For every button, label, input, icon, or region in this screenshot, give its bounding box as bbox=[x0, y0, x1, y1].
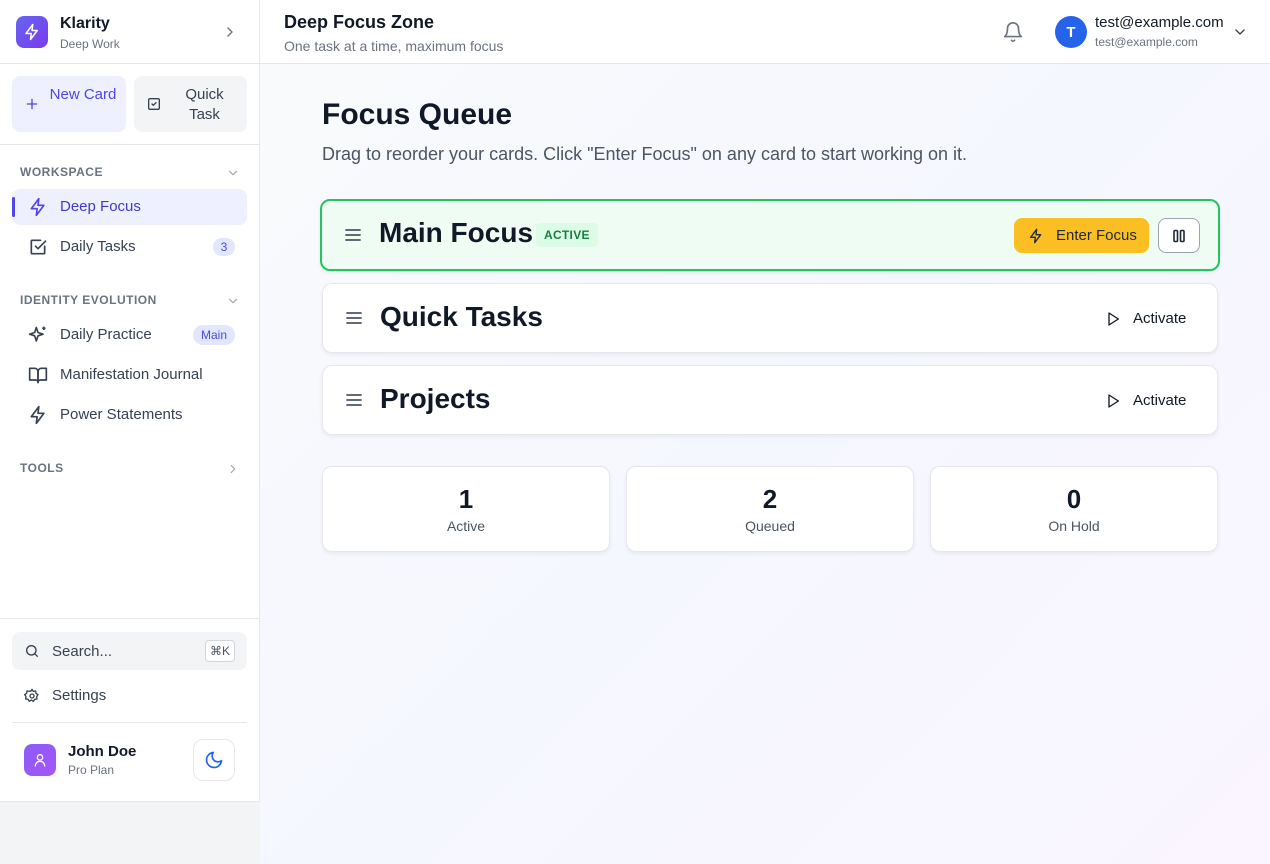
account-email: test@example.com bbox=[1095, 35, 1198, 49]
sidebar-item-label: Manifestation Journal bbox=[60, 366, 203, 383]
chevron-right-icon[interactable] bbox=[222, 24, 238, 40]
sidebar-item-power-statements[interactable]: Power Statements bbox=[12, 397, 247, 433]
chevron-right-icon bbox=[230, 464, 236, 474]
tools-section-header[interactable]: TOOLS bbox=[20, 461, 240, 477]
user-icon bbox=[34, 754, 46, 767]
avatar[interactable] bbox=[24, 744, 56, 776]
card-title: Main Focus bbox=[379, 217, 534, 248]
checkbox-icon bbox=[148, 98, 160, 110]
page-subtitle: One task at a time, maximum focus bbox=[284, 38, 504, 54]
lightning-icon bbox=[30, 197, 45, 217]
activate-button[interactable]: Activate bbox=[1093, 384, 1197, 418]
main-content: Focus Queue Drag to reorder your cards. … bbox=[260, 64, 1270, 864]
chevron-down-icon bbox=[228, 170, 238, 176]
activate-label: Activate bbox=[1133, 392, 1187, 409]
count-badge: 3 bbox=[213, 238, 235, 256]
pause-icon bbox=[1173, 229, 1185, 242]
sparkles-icon bbox=[28, 326, 46, 342]
activate-button[interactable]: Activate bbox=[1093, 302, 1197, 336]
brand-header[interactable]: Klarity Deep Work bbox=[0, 0, 259, 64]
stat-label: Queued bbox=[745, 518, 795, 534]
enter-focus-label: Enter Focus bbox=[1056, 227, 1137, 244]
status-badge: ACTIVE bbox=[536, 223, 598, 247]
main-badge: Main bbox=[192, 325, 235, 345]
stat-queued: 2 Queued bbox=[626, 466, 914, 552]
sidebar-item-label: Daily Practice bbox=[60, 326, 152, 343]
activate-label: Activate bbox=[1133, 310, 1187, 327]
page-title: Deep Focus Zone bbox=[284, 12, 435, 32]
play-icon bbox=[1108, 394, 1119, 408]
stat-value: 1 bbox=[458, 484, 474, 514]
quick-task-button[interactable]: Quick Task bbox=[134, 76, 247, 132]
chevron-down-icon[interactable] bbox=[1232, 24, 1248, 40]
bell-icon[interactable] bbox=[1002, 21, 1024, 43]
lightning-icon bbox=[30, 405, 45, 425]
enter-focus-button[interactable]: Enter Focus bbox=[1014, 218, 1149, 253]
search-placeholder: Search... bbox=[52, 643, 113, 660]
stat-active: 1 Active bbox=[322, 466, 610, 552]
workspace-heading: WORKSPACE bbox=[20, 165, 103, 179]
drag-handle-icon[interactable] bbox=[344, 227, 362, 243]
search-input[interactable]: Search... ⌘K bbox=[12, 632, 247, 670]
moon-icon bbox=[205, 751, 223, 769]
stat-value: 0 bbox=[1066, 484, 1082, 514]
lightning-logo-icon bbox=[16, 16, 48, 48]
identity-section-header[interactable]: IDENTITY EVOLUTION bbox=[20, 293, 240, 309]
play-icon bbox=[1108, 312, 1119, 326]
sidebar-item-deep-focus[interactable]: Deep Focus bbox=[12, 189, 247, 225]
sidebar-item-label: Power Statements bbox=[60, 406, 183, 423]
workspace-section-header[interactable]: WORKSPACE bbox=[20, 165, 240, 181]
focus-queue-title: Focus Queue bbox=[322, 98, 513, 131]
account-name[interactable]: test@example.com bbox=[1095, 14, 1224, 31]
sidebar-item-label: Daily Tasks bbox=[60, 238, 136, 255]
card-title: Projects bbox=[380, 383, 491, 414]
focus-card-main[interactable]: Main Focus ACTIVE Enter Focus bbox=[320, 199, 1220, 271]
stat-label: Active bbox=[446, 518, 486, 534]
top-header: Deep Focus Zone One task at a time, maxi… bbox=[260, 0, 1270, 64]
sidebar-item-daily-practice[interactable]: Daily Practice Main bbox=[12, 317, 247, 353]
user-name: John Doe bbox=[68, 743, 137, 760]
stat-on-hold: 0 On Hold bbox=[930, 466, 1218, 552]
settings-link[interactable]: Settings bbox=[12, 679, 247, 713]
account-avatar[interactable]: T bbox=[1055, 16, 1087, 48]
stat-label: On Hold bbox=[1048, 518, 1100, 534]
sidebar-spacer bbox=[0, 801, 260, 864]
plus-icon bbox=[26, 98, 38, 110]
new-card-button[interactable]: New Card bbox=[12, 76, 126, 132]
book-open-icon bbox=[28, 367, 48, 384]
focus-card-projects[interactable]: Projects Activate bbox=[322, 365, 1218, 435]
sidebar: Klarity Deep Work New Card Quick Task WO… bbox=[0, 0, 260, 801]
gear-icon bbox=[24, 688, 39, 702]
sidebar-item-label: Deep Focus bbox=[60, 198, 141, 215]
drag-handle-icon[interactable] bbox=[345, 392, 363, 408]
quick-actions: New Card Quick Task bbox=[0, 64, 259, 145]
search-shortcut: ⌘K bbox=[204, 640, 235, 662]
card-title: Quick Tasks bbox=[380, 301, 543, 332]
checkbox-icon bbox=[30, 239, 47, 255]
pause-button[interactable] bbox=[1158, 218, 1200, 253]
quick-task-label: Quick Task bbox=[185, 86, 224, 123]
brand-name: Klarity bbox=[60, 15, 110, 32]
new-card-label: New Card bbox=[49, 86, 117, 103]
focus-card-quick-tasks[interactable]: Quick Tasks Activate bbox=[322, 283, 1218, 353]
sidebar-item-manifestation-journal[interactable]: Manifestation Journal bbox=[12, 357, 247, 393]
search-icon bbox=[26, 645, 38, 657]
lightning-icon bbox=[1030, 228, 1042, 244]
identity-heading: IDENTITY EVOLUTION bbox=[20, 293, 157, 307]
theme-toggle-button[interactable] bbox=[193, 739, 235, 781]
chevron-down-icon bbox=[228, 298, 238, 304]
sidebar-footer: Search... ⌘K Settings John Doe Pro Plan bbox=[0, 618, 259, 801]
stat-value: 2 bbox=[762, 484, 778, 514]
user-plan: Pro Plan bbox=[68, 763, 115, 777]
drag-handle-icon[interactable] bbox=[345, 310, 363, 326]
brand-subtitle: Deep Work bbox=[60, 37, 120, 51]
settings-label: Settings bbox=[52, 687, 107, 704]
sidebar-item-daily-tasks[interactable]: Daily Tasks 3 bbox=[12, 229, 247, 265]
tools-heading: TOOLS bbox=[20, 461, 64, 475]
focus-queue-description: Drag to reorder your cards. Click "Enter… bbox=[322, 144, 968, 164]
divider bbox=[12, 722, 247, 723]
